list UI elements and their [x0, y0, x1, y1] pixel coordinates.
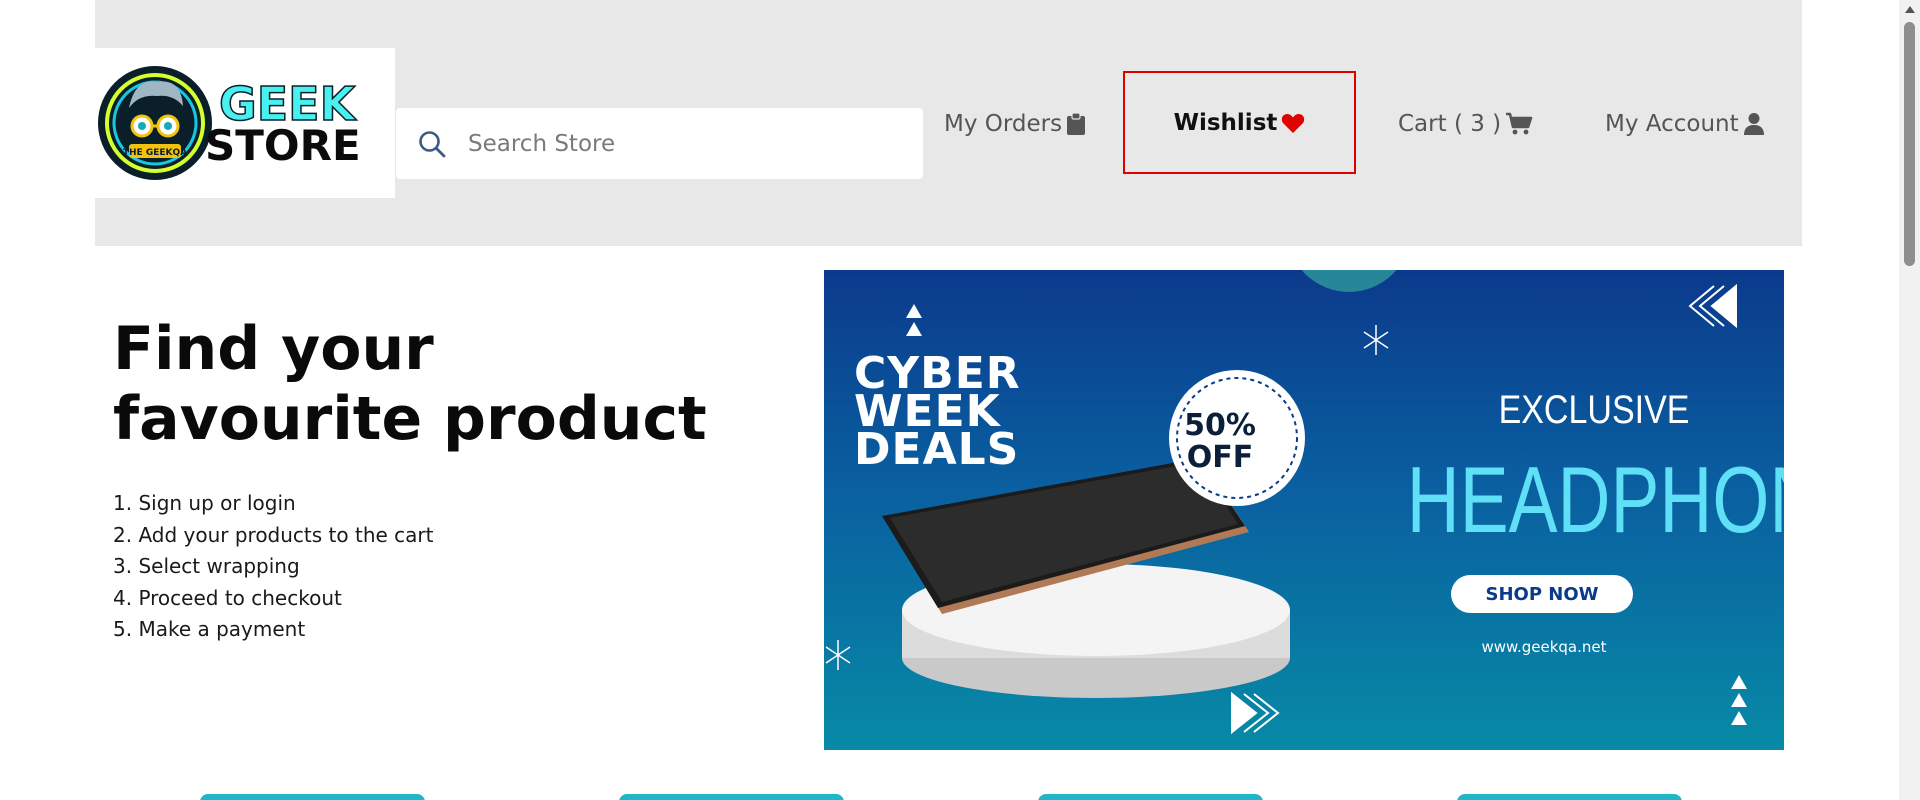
- category-button[interactable]: [1038, 794, 1263, 800]
- step-item: 3. Select wrapping: [113, 554, 300, 578]
- promo-banner[interactable]: CYBER WEEK DEALS 50% OFF EXCLUSIVE HEADP…: [824, 270, 1784, 750]
- cart-icon: [1505, 112, 1533, 136]
- banner-discount-percent: 50%: [1184, 408, 1256, 443]
- logo-graphic: THE GEEKQA GEEK STORE: [98, 66, 361, 180]
- search-input[interactable]: [468, 130, 888, 157]
- logo-badge-text: THE GEEKQA: [123, 148, 187, 158]
- banner-exclusive: EXCLUSIVE: [1498, 388, 1690, 432]
- nav-my-orders-label: My Orders: [944, 111, 1063, 137]
- triangle-decor-left: [906, 304, 922, 336]
- nav-cart-label: Cart ( 3 ): [1398, 111, 1502, 137]
- banner-url: www.geekqa.net: [1481, 638, 1607, 656]
- category-button[interactable]: [1457, 794, 1682, 800]
- nav-my-account-label: My Account: [1605, 111, 1739, 137]
- scroll-up-arrow[interactable]: [1905, 6, 1915, 13]
- search-bar[interactable]: [396, 108, 923, 179]
- category-button[interactable]: [619, 794, 844, 800]
- banner-cyber-text: CYBER WEEK DEALS: [854, 348, 1021, 475]
- triangle-decor-right: [1731, 675, 1747, 725]
- heart-icon: [1281, 112, 1305, 134]
- nav-wishlist-label: Wishlist: [1173, 109, 1278, 136]
- rewind-arrows-icon: [1688, 283, 1737, 329]
- user-icon: [1743, 112, 1765, 136]
- logo-text-store: STORE: [205, 121, 361, 170]
- forward-arrows-icon: [1231, 691, 1280, 735]
- step-item: 2. Add your products to the cart: [113, 522, 434, 547]
- step-item: 4. Proceed to checkout: [113, 585, 342, 610]
- nav-cart[interactable]: Cart ( 3 ): [1398, 104, 1533, 144]
- step-item: 1. Sign up or login: [113, 491, 296, 515]
- step-item: 5. Make a payment: [113, 617, 306, 641]
- hero-title: Find your favourite product: [113, 314, 707, 454]
- banner-discount-off: OFF: [1186, 440, 1254, 475]
- steps-list: 1. Sign up or login 2. Add your products…: [113, 488, 433, 646]
- nav-my-account[interactable]: My Account: [1605, 104, 1765, 144]
- scrollbar-thumb[interactable]: [1904, 22, 1915, 266]
- shop-now-button[interactable]: SHOP NOW: [1451, 575, 1633, 613]
- category-button[interactable]: [200, 794, 425, 800]
- clipboard-icon: [1066, 112, 1086, 136]
- banner-headline: HEADPHONE: [1406, 447, 1784, 552]
- nav-my-orders[interactable]: My Orders: [944, 104, 1086, 144]
- site-logo[interactable]: THE GEEKQA GEEK STORE: [95, 48, 395, 198]
- search-icon[interactable]: [416, 128, 448, 160]
- banner-discount: 50% OFF: [1170, 410, 1270, 474]
- nav-wishlist[interactable]: Wishlist: [1123, 71, 1356, 174]
